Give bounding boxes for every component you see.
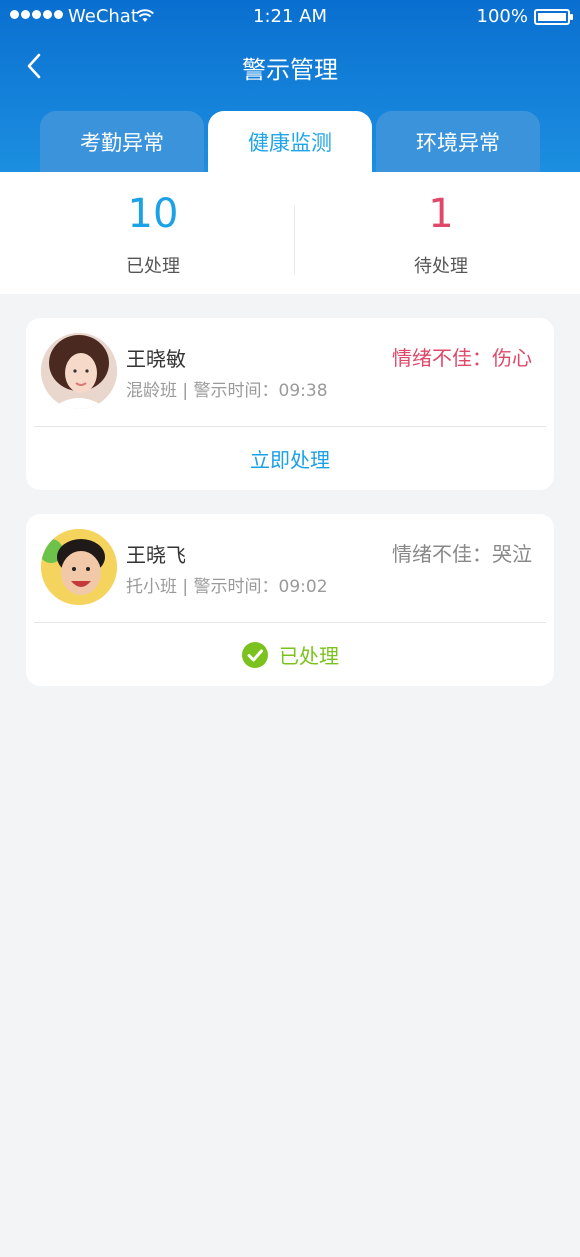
alert-meta: 托小班 | 警示时间：09:02: [126, 577, 328, 597]
page-title: 警示管理: [242, 56, 338, 84]
processed-label: 已处理: [279, 644, 339, 668]
alert-status: 情绪不佳：伤心: [392, 346, 532, 370]
processed-label: 已处理: [126, 256, 180, 277]
pending-stat[interactable]: 1 待处理: [296, 192, 580, 278]
avatar: [41, 333, 117, 409]
alert-card: 王晓飞 托小班 | 警示时间：09:02 情绪不佳：哭泣 已处理: [26, 514, 554, 686]
pending-count: 1: [428, 191, 454, 237]
tab-health[interactable]: 健康监测: [208, 111, 372, 172]
battery-percentage: 100%: [476, 6, 528, 27]
status-bar: WeChat 1:21 AM 100%: [0, 0, 580, 34]
alert-card: 王晓敏 混龄班 | 警示时间：09:38 情绪不佳：伤心 立即处理: [26, 318, 554, 490]
tab-attendance[interactable]: 考勤异常: [40, 111, 204, 172]
alert-status: 情绪不佳：哭泣: [392, 542, 532, 566]
processed-status: 已处理: [26, 623, 554, 686]
alert-meta: 混龄班 | 警示时间：09:38: [126, 381, 328, 401]
app-header: WeChat 1:21 AM 100% 警示管理 考勤异常 健康监测 环境异常: [0, 0, 580, 172]
processed-stat[interactable]: 10 已处理: [8, 192, 298, 278]
pending-label: 待处理: [414, 256, 468, 277]
student-name: 王晓敏: [126, 347, 186, 371]
processed-count: 10: [127, 191, 179, 237]
student-name: 王晓飞: [126, 543, 186, 567]
handle-now-button[interactable]: 立即处理: [26, 427, 554, 490]
tab-environment[interactable]: 环境异常: [376, 111, 540, 172]
check-circle-icon: [242, 641, 268, 668]
summary-panel: 10 已处理 1 待处理: [0, 172, 580, 294]
avatar: [41, 529, 117, 605]
battery-icon: [534, 9, 573, 25]
summary-divider: [294, 206, 295, 274]
tab-bar: 考勤异常 健康监测 环境异常: [40, 111, 540, 172]
